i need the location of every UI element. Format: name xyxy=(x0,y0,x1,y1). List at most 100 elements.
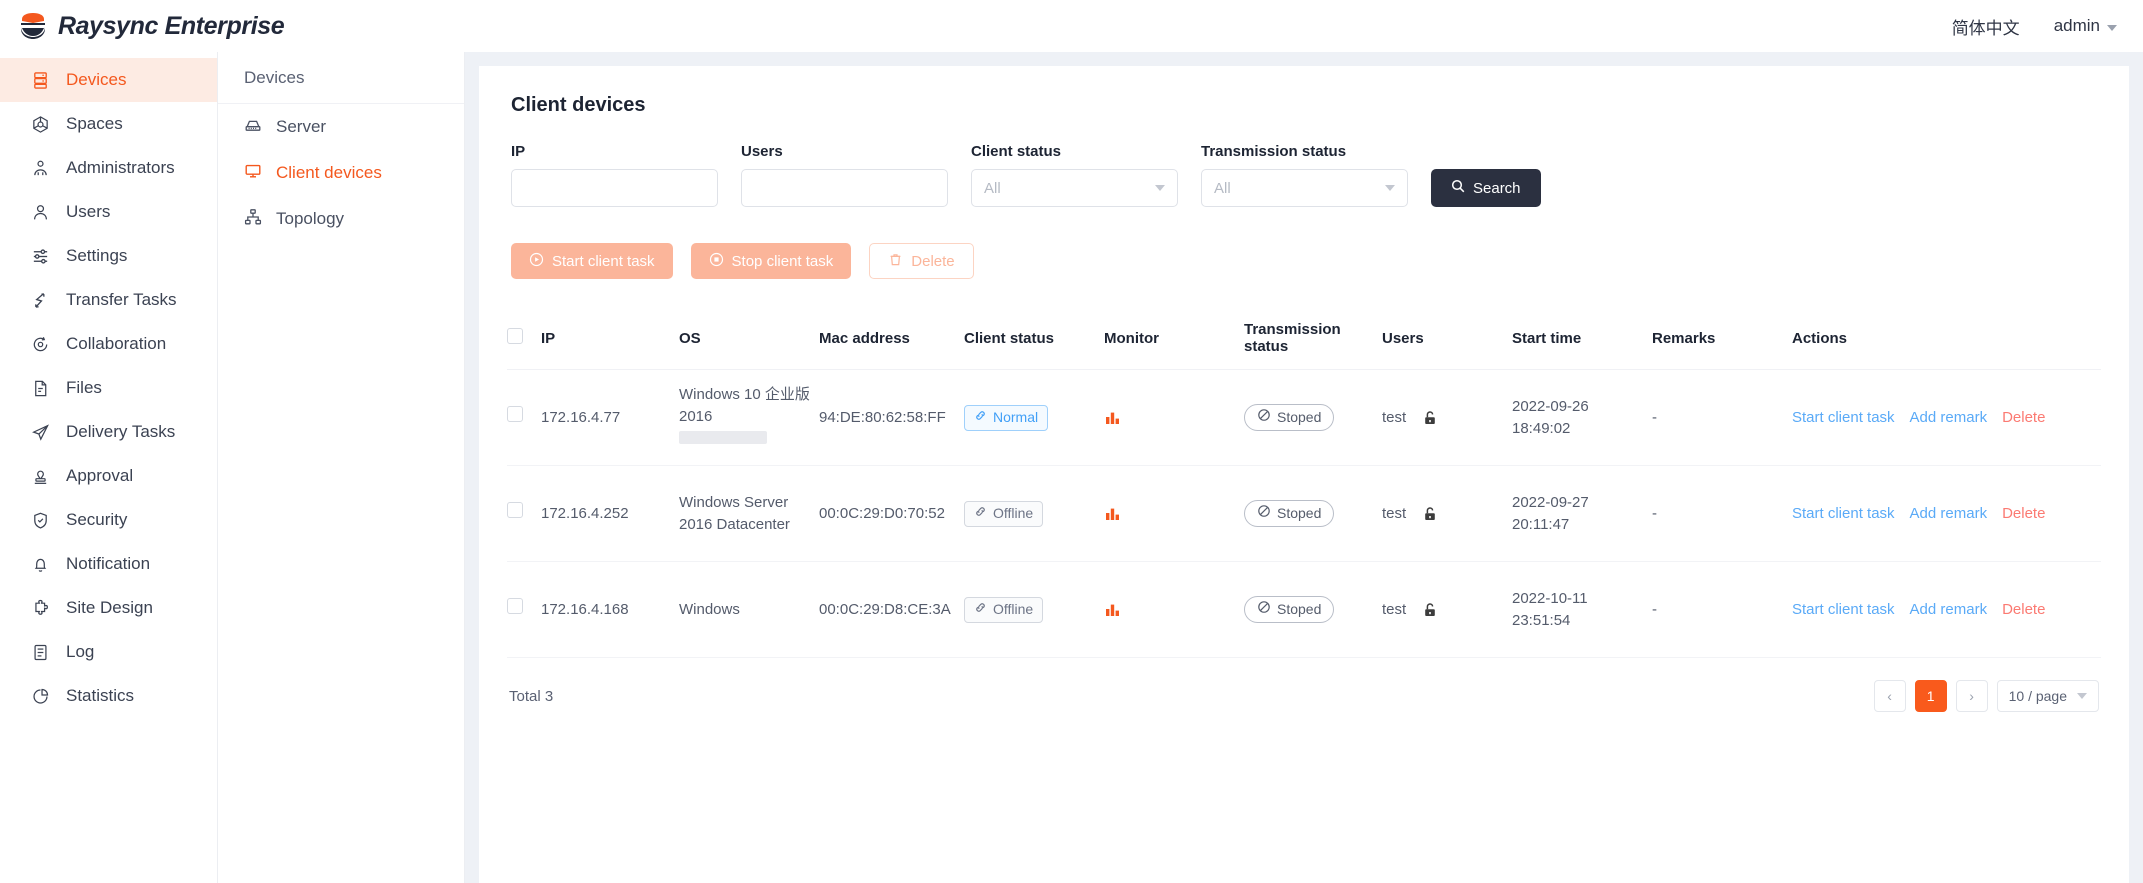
unlock-icon[interactable] xyxy=(1422,410,1438,426)
app-root: Raysync Enterprise 简体中文 admin Devices Sp… xyxy=(0,0,2143,883)
row-checkbox[interactable] xyxy=(507,406,523,423)
account-label: admin xyxy=(2053,16,2100,35)
transmission-status-label: Stoped xyxy=(1277,409,1322,426)
transmission-status-pill: Stoped xyxy=(1244,500,1335,527)
subnav-item-client-devices[interactable]: Client devices xyxy=(218,150,464,196)
ip-input[interactable] xyxy=(511,169,718,207)
cell-os: Windows 10 企业版 2016 xyxy=(679,369,819,466)
subnav-title: Devices xyxy=(218,52,464,104)
redacted-block xyxy=(679,430,767,444)
bar-chart-icon[interactable] xyxy=(1104,409,1236,426)
cell-transmission-status: Stoped xyxy=(1244,465,1382,562)
row-action-delete[interactable]: Delete xyxy=(2002,407,2045,429)
user-icon xyxy=(30,202,50,222)
filter-transmission-status-label: Transmission status xyxy=(1201,143,1347,160)
th-os: OS xyxy=(679,307,819,370)
bar-chart-icon[interactable] xyxy=(1104,601,1236,618)
table-header-row: IP OS Mac address Client status Monitor … xyxy=(507,307,2101,370)
row-actions: Start client task Add remark Delete xyxy=(1792,599,2093,621)
start-client-task-button[interactable]: Start client task xyxy=(511,243,673,279)
devices-table-wrapper: IP OS Mac address Client status Monitor … xyxy=(507,307,2101,712)
cell-users: test xyxy=(1382,561,1512,658)
row-action-add-remark[interactable]: Add remark xyxy=(1910,503,1988,525)
language-switch[interactable]: 简体中文 xyxy=(1952,14,2020,39)
log-list-icon xyxy=(30,642,50,662)
server-rack-icon xyxy=(30,70,50,90)
row-action-start-client-task[interactable]: Start client task xyxy=(1792,599,1895,621)
sliders-icon xyxy=(30,246,50,266)
row-action-delete[interactable]: Delete xyxy=(2002,503,2045,525)
row-action-add-remark[interactable]: Add remark xyxy=(1910,599,1988,621)
cell-monitor xyxy=(1104,561,1244,658)
account-menu[interactable]: admin xyxy=(2054,16,2117,36)
link-icon xyxy=(974,503,987,523)
row-checkbox[interactable] xyxy=(507,502,523,519)
brand[interactable]: Raysync Enterprise xyxy=(18,12,285,41)
sidebar-item-log[interactable]: Log xyxy=(0,630,217,674)
subnav-item-label: Topology xyxy=(276,209,345,228)
page-button-1[interactable]: 1 xyxy=(1914,680,1947,712)
stop-client-task-button[interactable]: Stop client task xyxy=(690,243,852,279)
sidebar-item-settings[interactable]: Settings xyxy=(0,234,217,278)
sidebar-item-label: Transfer Tasks xyxy=(66,290,177,309)
status-badge: Normal xyxy=(964,404,1049,431)
sidebar-item-devices[interactable]: Devices xyxy=(0,58,217,102)
cell-users: test xyxy=(1382,465,1512,562)
cell-os: Windows Server 2016 Datacenter xyxy=(679,465,819,562)
row-checkbox[interactable] xyxy=(507,598,523,615)
search-button[interactable]: Search xyxy=(1431,169,1541,207)
cell-start-time: 2022-09-26 18:49:02 xyxy=(1512,369,1652,466)
sidebar-item-security[interactable]: Security xyxy=(0,498,217,542)
prev-page-button[interactable]: ‹ xyxy=(1873,680,1906,712)
unlock-icon[interactable] xyxy=(1422,506,1438,522)
delete-button[interactable]: Delete xyxy=(869,243,974,279)
no-entry-icon xyxy=(1257,599,1271,619)
th-actions: Actions xyxy=(1792,307,2101,370)
sidebar-item-collaboration[interactable]: Collaboration xyxy=(0,322,217,366)
next-page-button[interactable]: › xyxy=(1955,680,1988,712)
sidebar-item-notification[interactable]: Notification xyxy=(0,542,217,586)
bar-chart-icon[interactable] xyxy=(1104,505,1236,522)
client-status-select[interactable]: All xyxy=(971,169,1178,207)
cell-ip: 172.16.4.252 xyxy=(541,465,679,562)
filter-ip-label: IP xyxy=(511,143,526,160)
row-action-add-remark[interactable]: Add remark xyxy=(1910,407,1988,429)
transmission-status-select[interactable]: All xyxy=(1201,169,1408,207)
raysync-logo-icon xyxy=(18,12,48,40)
sidebar-item-approval[interactable]: Approval xyxy=(0,454,217,498)
page-size-select[interactable]: 10 / page xyxy=(1996,680,2099,712)
sidebar-item-delivery-tasks[interactable]: Delivery Tasks xyxy=(0,410,217,454)
th-start-time: Start time xyxy=(1512,307,1652,370)
cell-monitor xyxy=(1104,465,1244,562)
select-all-checkbox[interactable] xyxy=(507,328,523,344)
cell-remarks: - xyxy=(1652,465,1792,562)
subnav-item-topology[interactable]: Topology xyxy=(218,196,464,242)
sidebar-item-transfer-tasks[interactable]: Transfer Tasks xyxy=(0,278,217,322)
row-action-start-client-task[interactable]: Start client task xyxy=(1792,503,1895,525)
users-input[interactable] xyxy=(741,169,948,207)
row-action-start-client-task[interactable]: Start client task xyxy=(1792,407,1895,429)
sidebar-item-statistics[interactable]: Statistics xyxy=(0,674,217,718)
user-cell: test xyxy=(1382,503,1504,525)
filter-ip: IP xyxy=(511,143,718,207)
client-status-value: All xyxy=(984,179,1001,197)
status-badge: Offline xyxy=(964,500,1044,527)
sidebar-item-site-design[interactable]: Site Design xyxy=(0,586,217,630)
top-bar-right: 简体中文 admin xyxy=(1952,14,2117,39)
row-action-delete[interactable]: Delete xyxy=(2002,599,2045,621)
client-devices-card: Client devices IP Users Client status Al… xyxy=(479,66,2129,883)
subnav-item-server[interactable]: Server xyxy=(218,104,464,150)
sidebar-item-administrators[interactable]: Administrators xyxy=(0,146,217,190)
subnav-item-label: Client devices xyxy=(276,163,382,182)
cell-actions: Start client task Add remark Delete xyxy=(1792,465,2101,562)
sidebar-item-users[interactable]: Users xyxy=(0,190,217,234)
unlock-icon[interactable] xyxy=(1422,602,1438,618)
sidebar-item-files[interactable]: Files xyxy=(0,366,217,410)
sidebar-item-label: Security xyxy=(66,510,128,529)
transmission-status-label: Stoped xyxy=(1277,505,1322,522)
chevron-down-icon xyxy=(2077,693,2087,699)
bulk-action-label: Stop client task xyxy=(731,252,834,270)
sidebar-item-spaces[interactable]: Spaces xyxy=(0,102,217,146)
cell-transmission-status: Stoped xyxy=(1244,369,1382,466)
sidebar-item-label: Collaboration xyxy=(66,334,167,353)
